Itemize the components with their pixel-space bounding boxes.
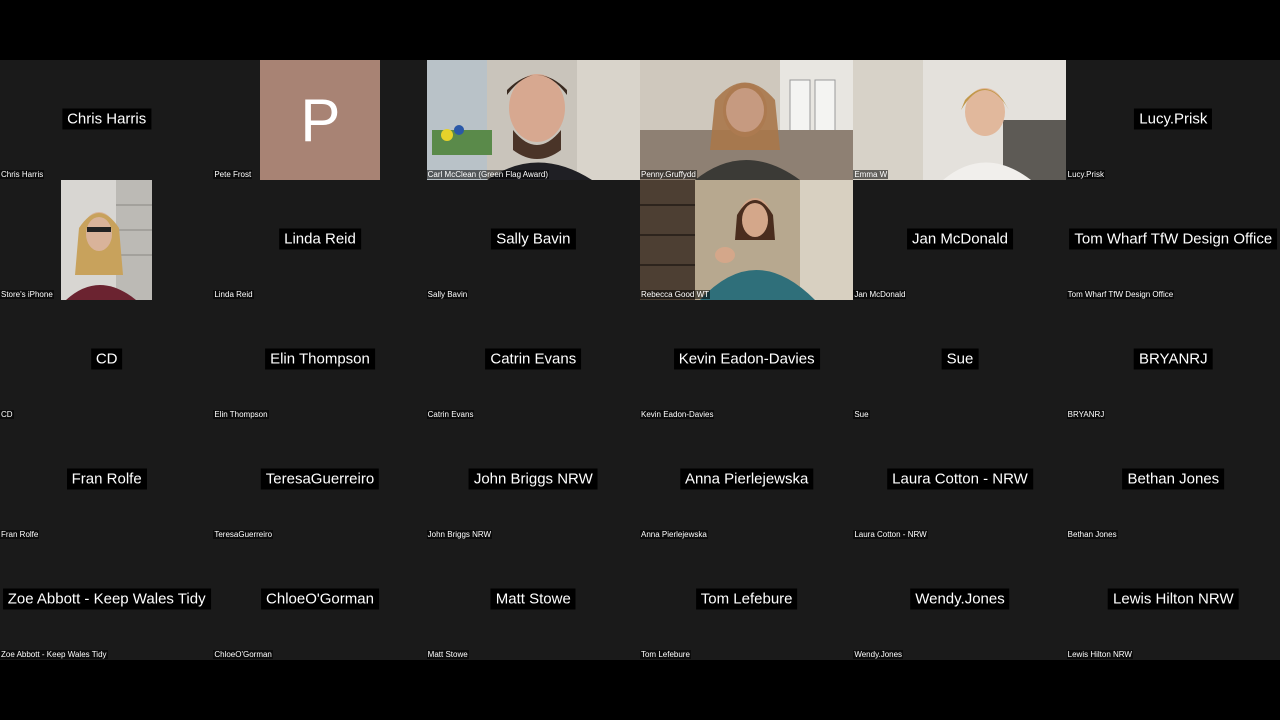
participant-display-name: TeresaGuerreiro bbox=[260, 468, 380, 490]
participant-name-label: Lucy.Prisk bbox=[1066, 170, 1105, 179]
participant-tile[interactable]: Sue Sue bbox=[853, 300, 1067, 420]
participant-display-name: Sally Bavin bbox=[491, 228, 576, 250]
participant-tile[interactable]: Laura Cotton - NRW Laura Cotton - NRW bbox=[853, 420, 1067, 540]
participant-name-label: Bethan Jones bbox=[1066, 530, 1118, 539]
participant-tile[interactable]: Emma W bbox=[853, 60, 1067, 180]
participant-name-label: Matt Stowe bbox=[426, 650, 469, 659]
participant-tile[interactable]: CD CD bbox=[0, 300, 214, 420]
participant-tile[interactable]: Zoe Abbott - Keep Wales Tidy Zoe Abbott … bbox=[0, 540, 214, 660]
participant-name-label: Tom Lefebure bbox=[639, 650, 691, 659]
participant-name-label: Elin Thompson bbox=[213, 410, 269, 419]
participant-tile[interactable]: Carl McClean (Green Flag Award) bbox=[426, 60, 640, 180]
participant-tile[interactable]: Tom Wharf TfW Design Office Tom Wharf Tf… bbox=[1066, 180, 1280, 300]
participant-name-label: Wendy.Jones bbox=[853, 650, 904, 659]
participant-display-name: Kevin Eadon-Davies bbox=[673, 348, 820, 370]
participant-display-name: Lewis Hilton NRW bbox=[1108, 588, 1239, 610]
participant-name-label: Jan McDonald bbox=[853, 290, 907, 299]
participant-name-label: Tom Wharf TfW Design Office bbox=[1066, 290, 1175, 299]
participant-display-name: Catrin Evans bbox=[485, 348, 582, 370]
participant-name-label: Pete Frost bbox=[213, 170, 253, 179]
video-feed bbox=[639, 180, 853, 300]
participant-tile[interactable]: Kevin Eadon-Davies Kevin Eadon-Davies bbox=[639, 300, 854, 420]
participant-tile[interactable]: Tom Lefebure Tom Lefebure bbox=[639, 540, 854, 660]
participant-tile[interactable]: Lewis Hilton NRW Lewis Hilton NRW bbox=[1066, 540, 1280, 660]
participant-tile[interactable]: Fran Rolfe Fran Rolfe bbox=[0, 420, 214, 540]
participant-display-name: Elin Thompson bbox=[265, 348, 375, 370]
participant-tile[interactable]: P Pete Frost bbox=[213, 60, 427, 180]
participant-display-name: Linda Reid bbox=[279, 228, 361, 250]
participant-tile[interactable]: Rebecca Good WT bbox=[639, 180, 854, 300]
participant-display-name: Chris Harris bbox=[62, 108, 152, 130]
participant-tile[interactable]: Linda Reid Linda Reid bbox=[213, 180, 427, 300]
participant-name-label: Kevin Eadon-Davies bbox=[639, 410, 715, 419]
participant-name-label: BRYANRJ bbox=[1066, 410, 1106, 419]
participant-name-label: Fran Rolfe bbox=[0, 530, 40, 539]
participant-name-label: Rebecca Good WT bbox=[639, 290, 711, 299]
participant-tile[interactable]: Elin Thompson Elin Thompson bbox=[213, 300, 427, 420]
participant-tile[interactable]: John Briggs NRW John Briggs NRW bbox=[426, 420, 640, 540]
participant-name-label: Emma W bbox=[853, 170, 889, 179]
participant-display-name: Matt Stowe bbox=[490, 588, 576, 610]
participant-tile[interactable]: Catrin Evans Catrin Evans bbox=[426, 300, 640, 420]
participant-name-label: ChloeO'Gorman bbox=[213, 650, 273, 659]
participant-name-label: Sue bbox=[853, 410, 870, 419]
participant-name-label: Chris Harris bbox=[0, 170, 45, 179]
participant-name-label: Catrin Evans bbox=[426, 410, 475, 419]
video-feed bbox=[639, 60, 853, 180]
participant-name-label: CD bbox=[0, 410, 14, 419]
participant-display-name: Fran Rolfe bbox=[66, 468, 147, 490]
participant-tile[interactable]: Anna Pierlejewska Anna Pierlejewska bbox=[639, 420, 854, 540]
participant-display-name: Jan McDonald bbox=[907, 228, 1013, 250]
participant-display-name: Tom Lefebure bbox=[695, 588, 798, 610]
participant-tile[interactable]: Sally Bavin Sally Bavin bbox=[426, 180, 640, 300]
video-feed bbox=[853, 60, 1067, 180]
participant-tile[interactable]: Wendy.Jones Wendy.Jones bbox=[853, 540, 1067, 660]
participant-display-name: ChloeO'Gorman bbox=[261, 588, 379, 610]
participant-name-label: Store's iPhone bbox=[0, 290, 54, 299]
participant-display-name: Wendy.Jones bbox=[910, 588, 1010, 610]
participant-name-label: Linda Reid bbox=[213, 290, 254, 299]
participant-display-name: Anna Pierlejewska bbox=[679, 468, 814, 490]
participant-display-name: Sue bbox=[941, 348, 979, 370]
participant-display-name: BRYANRJ bbox=[1133, 348, 1213, 370]
participant-display-name: Tom Wharf TfW Design Office bbox=[1069, 228, 1278, 250]
participant-display-name: Laura Cotton - NRW bbox=[887, 468, 1033, 490]
participant-tile[interactable]: Lucy.Prisk Lucy.Prisk bbox=[1066, 60, 1280, 180]
participant-tile[interactable]: ChloeO'Gorman ChloeO'Gorman bbox=[213, 540, 427, 660]
participant-display-name: CD bbox=[90, 348, 123, 370]
participant-tile[interactable]: Penny.Gruffydd bbox=[639, 60, 854, 180]
participant-display-name: Bethan Jones bbox=[1122, 468, 1225, 490]
participant-display-name: John Briggs NRW bbox=[468, 468, 598, 490]
participant-tile[interactable]: Matt Stowe Matt Stowe bbox=[426, 540, 640, 660]
participant-tile[interactable]: Jan McDonald Jan McDonald bbox=[853, 180, 1067, 300]
video-feed bbox=[61, 180, 152, 300]
participant-name-label: Lewis Hilton NRW bbox=[1066, 650, 1133, 659]
participant-name-label: John Briggs NRW bbox=[426, 530, 493, 539]
participant-display-name: Zoe Abbott - Keep Wales Tidy bbox=[2, 588, 211, 610]
avatar: P bbox=[260, 60, 381, 180]
gallery-view-grid: Chris Harris Chris Harris P Pete Frost C… bbox=[0, 60, 1280, 660]
participant-name-label: Zoe Abbott - Keep Wales Tidy bbox=[0, 650, 108, 659]
participant-tile[interactable]: TeresaGuerreiro TeresaGuerreiro bbox=[213, 420, 427, 540]
participant-display-name: Lucy.Prisk bbox=[1134, 108, 1213, 130]
avatar-letter: P bbox=[300, 86, 341, 154]
participant-name-label: Anna Pierlejewska bbox=[639, 530, 708, 539]
participant-tile[interactable]: Store's iPhone bbox=[0, 180, 214, 300]
participant-tile[interactable]: Chris Harris Chris Harris bbox=[0, 60, 214, 180]
participant-name-label: TeresaGuerreiro bbox=[213, 530, 274, 539]
participant-name-label: Penny.Gruffydd bbox=[639, 170, 697, 179]
participant-name-label: Sally Bavin bbox=[426, 290, 469, 299]
participant-tile[interactable]: Bethan Jones Bethan Jones bbox=[1066, 420, 1280, 540]
participant-tile[interactable]: BRYANRJ BRYANRJ bbox=[1066, 300, 1280, 420]
participant-name-label: Carl McClean (Green Flag Award) bbox=[426, 170, 549, 179]
participant-name-label: Laura Cotton - NRW bbox=[853, 530, 928, 539]
video-feed bbox=[426, 60, 640, 180]
